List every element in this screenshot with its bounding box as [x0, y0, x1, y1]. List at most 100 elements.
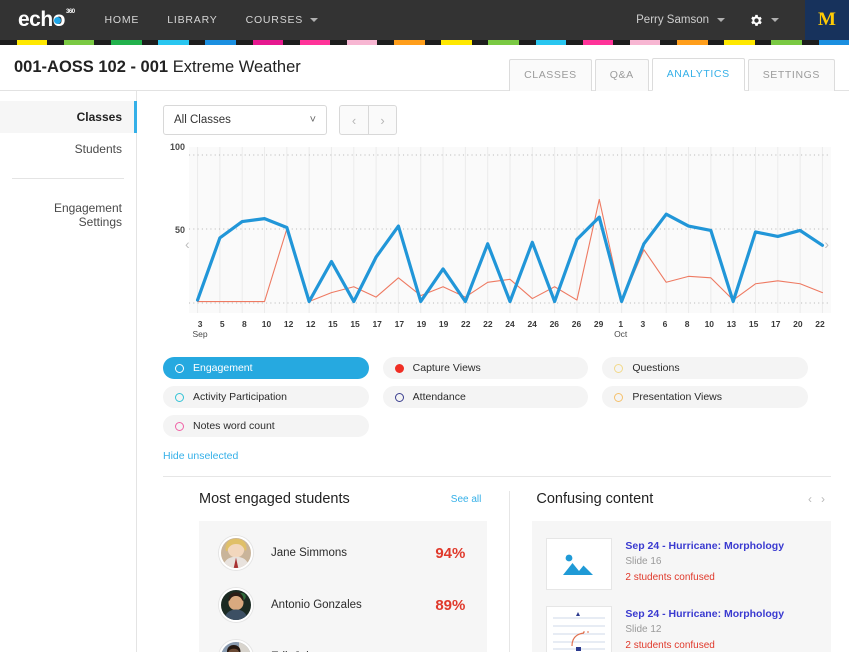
x-axis-tick: 26	[571, 319, 582, 329]
university-logo-label: M	[818, 9, 836, 30]
x-axis-tick: 17	[394, 319, 405, 329]
x-axis-tick: 17	[372, 319, 382, 329]
list-item[interactable]: Jane Simmons 94%	[199, 527, 487, 579]
tab-qa[interactable]: Q&A	[594, 59, 649, 91]
section-divider	[163, 476, 831, 477]
chevron-down-icon	[717, 18, 725, 22]
confusing-next-icon[interactable]: ›	[821, 492, 825, 506]
sidebar-divider	[12, 178, 124, 179]
avatar-antonio-icon	[221, 590, 251, 620]
list-item[interactable]: Antonio Gonzales 89%	[199, 579, 487, 631]
echo360-logo[interactable]: echo 360	[18, 8, 75, 32]
x-axis-tick: 8	[241, 319, 247, 329]
legend-chip-notes-word-count[interactable]: Notes word count	[163, 415, 369, 437]
legend-color-dot-icon	[394, 392, 404, 402]
chart-prev-button[interactable]: ‹	[339, 105, 368, 135]
legend-chip-label: Activity Participation	[193, 391, 287, 403]
x-axis-tick: 15	[748, 319, 759, 329]
x-axis-tick: 19	[438, 319, 449, 329]
avatar	[219, 536, 253, 570]
confusing-content-list: Sep 24 - Hurricane: Morphology Slide 16 …	[532, 521, 831, 652]
chevron-down-icon: ˅	[309, 114, 316, 126]
chart-x-axis: 3 5 8 10 12 12 15 15 17 17 19 19 22 22 24 24 26 26 29 1 3 6 8 1…	[189, 319, 831, 329]
x-axis-tick: 10	[261, 319, 272, 329]
class-filter-value: All Classes	[174, 114, 231, 126]
x-axis-tick: 1	[618, 319, 624, 329]
chart-x-axis-months: Sep Oct	[189, 329, 831, 341]
image-placeholder-icon	[563, 554, 594, 575]
student-name: Antonio Gonzales	[271, 599, 362, 611]
x-axis-tick: 19	[416, 319, 427, 329]
confusing-content-panel: Confusing content ‹ › Sep 24 - Hurricane…	[510, 491, 831, 652]
page-tabs: CLASSES Q&A ANALYTICS SETTINGS	[509, 45, 835, 91]
settings-menu[interactable]	[749, 13, 779, 28]
nav-item-library-label: LIBRARY	[167, 14, 218, 26]
x-axis-tick: 12	[306, 319, 316, 329]
legend-chip-label: Attendance	[412, 391, 466, 403]
legend-chip-attendance[interactable]: Attendance	[382, 386, 589, 408]
sidebar-item-engagement-settings[interactable]: Engagement Settings	[0, 192, 136, 238]
student-name: Jane Simmons	[271, 547, 348, 559]
legend-chip-capture-views[interactable]: Capture Views	[382, 357, 589, 379]
list-item[interactable]: Sep 24 - Hurricane: Morphology Slide 16 …	[532, 530, 831, 598]
legend-chip-engagement[interactable]: Engagement	[163, 357, 369, 379]
list-item[interactable]: Erik Johansson 76%	[199, 631, 487, 652]
nav-item-courses[interactable]: COURSES	[246, 14, 319, 26]
chart-pager: ‹ ›	[339, 105, 397, 135]
page-title: 001-AOSS 102 - 001 Extreme Weather	[14, 58, 301, 77]
sidebar-item-students[interactable]: Students	[0, 133, 136, 165]
x-axis-month-label: Oct	[614, 329, 628, 339]
list-item[interactable]: Sep 24 - Hurricane: Morphology Slide 12 …	[532, 598, 831, 652]
content-details: Sep 24 - Hurricane: Morphology Slide 16 …	[625, 538, 784, 590]
x-axis-tick: 24	[527, 319, 537, 329]
student-percent: 94%	[435, 544, 466, 562]
x-axis-tick: 15	[328, 319, 338, 329]
legend-color-dot-icon	[175, 363, 184, 373]
hide-unselected-link[interactable]: Hide unselected	[163, 450, 238, 462]
course-name: Extreme Weather	[172, 58, 301, 76]
student-percent: 76%	[435, 649, 465, 653]
x-axis-tick: 29	[593, 319, 604, 329]
content-alert: 2 students confused	[625, 640, 715, 651]
chart-scroll-left-icon[interactable]: ‹	[185, 236, 190, 252]
chevron-down-icon	[771, 18, 779, 22]
most-engaged-students-panel: Most engaged students See all Jane Simmo…	[163, 491, 511, 652]
chart-legend: Engagement Capture Views Questions Activity…	[163, 357, 808, 437]
tab-classes[interactable]: CLASSES	[509, 59, 592, 91]
sidebar-item-classes[interactable]: Classes	[0, 101, 137, 133]
legend-color-dot-icon	[175, 421, 184, 431]
avatar	[219, 640, 253, 652]
nav-item-home[interactable]: HOME	[105, 14, 140, 26]
sidebar: Classes Students Engagement Settings	[0, 91, 137, 652]
course-code: 001-AOSS 102 - 001	[14, 58, 169, 76]
x-axis-month-label: Sep	[192, 329, 208, 339]
tab-analytics[interactable]: ANALYTICS	[651, 58, 745, 91]
x-axis-tick: 22	[483, 319, 493, 329]
avatar	[219, 588, 253, 622]
tab-settings[interactable]: SETTINGS	[747, 59, 835, 91]
chart-next-button[interactable]: ›	[368, 105, 397, 135]
x-axis-tick: 8	[684, 319, 690, 329]
legend-chip-presentation-views[interactable]: Presentation Views	[602, 386, 808, 408]
nav-item-library[interactable]: LIBRARY	[167, 14, 217, 26]
legend-color-dot-icon	[394, 363, 404, 373]
y-tick-50: 50	[174, 225, 185, 235]
legend-chip-label: Engagement	[193, 362, 253, 374]
chart-scroll-right-icon[interactable]: ›	[824, 236, 829, 252]
legend-chip-label: Notes word count	[193, 420, 275, 432]
confusing-content-title: Confusing content	[536, 491, 654, 507]
legend-chip-activity-participation[interactable]: Activity Participation	[163, 386, 369, 408]
class-filter-select[interactable]: All Classes ˅	[163, 105, 327, 135]
user-menu[interactable]: Perry Samson	[636, 14, 725, 26]
content-thumbnail	[546, 538, 613, 590]
confusing-content-pager: ‹ ›	[808, 492, 825, 506]
see-all-link[interactable]: See all	[451, 494, 482, 505]
university-logo[interactable]: M	[805, 0, 849, 40]
legend-chip-questions[interactable]: Questions	[602, 357, 808, 379]
nav-item-courses-label: COURSES	[245, 14, 304, 26]
x-axis-tick: 12	[283, 319, 294, 329]
user-name-label: Perry Samson	[636, 14, 709, 26]
most-engaged-students-title: Most engaged students	[199, 491, 350, 507]
logo-dot-icon	[54, 17, 62, 24]
confusing-prev-icon[interactable]: ‹	[808, 492, 812, 506]
